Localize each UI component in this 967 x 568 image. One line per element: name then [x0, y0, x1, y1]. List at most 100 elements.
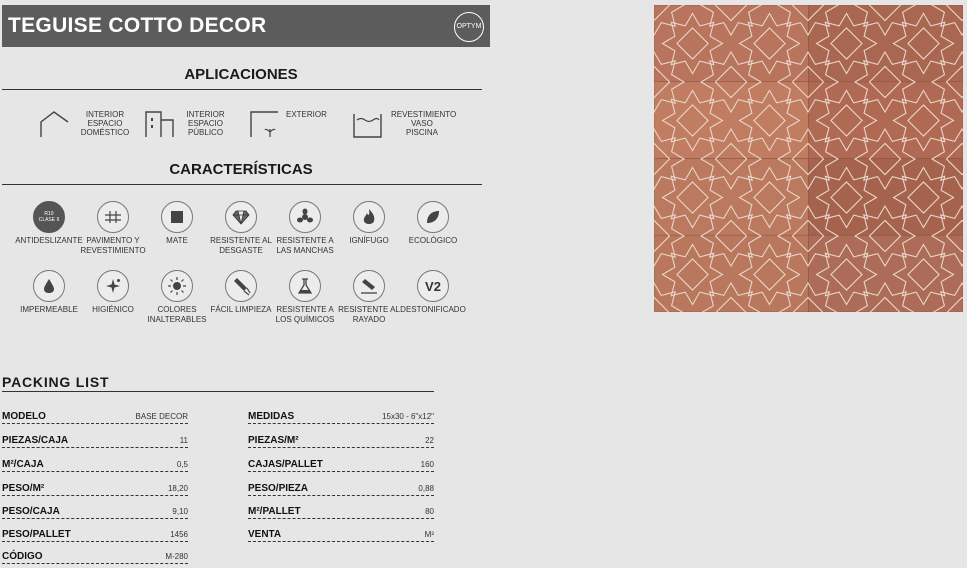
packing-value: 1456	[170, 530, 188, 539]
pool-icon	[353, 114, 382, 138]
feature-label: HIGIÉNICO	[92, 305, 134, 314]
app-label: INTERIOR ESPACIO PÚBLICO	[186, 110, 225, 137]
app-label: EXTERIOR	[286, 110, 327, 119]
packing-key: PESO/M²	[2, 483, 45, 494]
feature-label: ECOLÓGICO	[408, 236, 458, 245]
packing-value: 15x30 - 6"x12"	[382, 412, 434, 421]
feature-label: MATE	[166, 236, 188, 245]
packing-rule	[2, 391, 434, 392]
v2-icon: V2	[417, 270, 449, 302]
packing-value: 0,88	[418, 484, 434, 493]
caracteristicas-rule	[2, 184, 482, 185]
leaf-icon	[417, 201, 449, 233]
diamond-icon	[225, 201, 257, 233]
packing-value: 22	[425, 436, 434, 445]
packing-value: 160	[420, 460, 434, 469]
packing-key: MODELO	[2, 411, 46, 422]
packing-key: M²/PALLET	[248, 506, 301, 517]
feature-label: IMPERMEABLE	[20, 305, 78, 314]
packing-key: CÓDIGO	[2, 551, 43, 562]
feature-colores: COLORES INALTERABLES	[141, 270, 213, 325]
title-bar: TEGUISE COTTO DECOR OPTYM	[2, 5, 490, 47]
tile-product-image	[654, 5, 963, 312]
packing-value: 11	[179, 436, 188, 445]
page-title: TEGUISE COTTO DECOR	[8, 14, 267, 37]
cleaning-icon	[225, 270, 257, 302]
packing-row-left: PESO/PALLET 1456	[2, 526, 188, 542]
packing-key: PESO/PIEZA	[248, 483, 309, 494]
feature-quimicos: RESISTENTE A LOS QUÍMICOS	[269, 270, 341, 325]
packing-row-left: PIEZAS/CAJA 11	[2, 432, 188, 448]
packing-row-left: PESO/M² 18,20	[2, 480, 188, 496]
app-label: REVESTIMIENTO VASO PISCINA	[391, 110, 457, 137]
packing-value: 80	[425, 507, 434, 516]
packing-row-left: CÓDIGO M-280	[2, 548, 188, 564]
packing-value: 18,20	[167, 484, 188, 493]
packing-key: MEDIDAS	[248, 411, 295, 422]
packing-row-right: MEDIDAS 15x30 - 6"x12"	[248, 408, 434, 424]
exterior-plant-icon	[250, 111, 278, 137]
chemical-icon	[289, 270, 321, 302]
packing-key: CAJAS/PALLET	[248, 459, 323, 470]
feature-label: DESTONIFICADO	[400, 305, 466, 314]
water-drop-icon	[33, 270, 65, 302]
feature-label: ANTIDESLIZANTE	[15, 236, 83, 245]
sun-icon	[161, 270, 193, 302]
feature-label: RESISTENTE AL RAYADO	[338, 305, 400, 324]
feature-ecologico: ECOLÓGICO	[397, 201, 469, 246]
tile-pattern	[654, 5, 963, 312]
packing-row-right: M²/PALLET 80	[248, 503, 434, 519]
packing-row-right: CAJAS/PALLET 160	[248, 456, 434, 472]
packing-key: M²/CAJA	[2, 459, 44, 470]
feature-label: COLORES INALTERABLES	[147, 305, 207, 324]
v2-glyph: V2	[425, 278, 441, 294]
feature-label: IGNÍFUGO	[349, 236, 389, 245]
anti-slip-icon: R10 CLASE II	[33, 201, 65, 233]
feature-impermeable: IMPERMEABLE	[13, 270, 85, 315]
packing-value: 0,5	[176, 460, 188, 469]
hygiene-icon	[97, 270, 129, 302]
feature-label: RESISTENTE A LOS QUÍMICOS	[275, 305, 335, 324]
scratch-icon	[353, 270, 385, 302]
floor-wall-icon	[97, 201, 129, 233]
fire-icon	[353, 201, 385, 233]
packing-key: PIEZAS/CAJA	[2, 435, 69, 446]
feature-limpieza: FÁCIL LIMPIEZA	[205, 270, 277, 315]
packing-value: 9,10	[172, 507, 188, 516]
packing-key: PIEZAS/M²	[248, 435, 299, 446]
brand-logo: OPTYM	[454, 12, 484, 42]
packing-key: VENTA	[248, 529, 282, 540]
feature-manchas: RESISTENTE A LAS MANCHAS	[269, 201, 341, 256]
packing-list-title: PACKING LIST	[2, 374, 110, 390]
feature-antideslizante: R10 CLASE II ANTIDESLIZANTE	[13, 201, 85, 246]
caracteristicas-title: CARACTERÍSTICAS	[169, 161, 313, 178]
packing-row-left: M²/CAJA 0,5	[2, 456, 188, 472]
feature-label: PAVIMENTO Y REVESTIMIENTO	[80, 236, 146, 255]
aplicaciones-rule	[2, 89, 482, 90]
app-label: INTERIOR ESPACIO DOMÉSTICO	[80, 110, 130, 137]
packing-key: PESO/CAJA	[2, 506, 60, 517]
packing-value: M²	[424, 530, 434, 539]
feature-mate: MATE	[141, 201, 213, 246]
feature-pavimento: PAVIMENTO Y REVESTIMIENTO	[77, 201, 149, 256]
feature-label: RESISTENTE A LAS MANCHAS	[276, 236, 334, 255]
packing-row-right: PESO/PIEZA 0,88	[248, 480, 434, 496]
feature-label: RESISTENTE AL DESGASTE	[210, 236, 272, 255]
feature-higienico: HIGIÉNICO	[77, 270, 149, 315]
stain-icon	[289, 201, 321, 233]
feature-rayado: RESISTENTE AL RAYADO	[333, 270, 405, 325]
feature-desgaste: RESISTENTE AL DESGASTE	[205, 201, 277, 256]
packing-row-right: VENTA M²	[248, 526, 434, 542]
feature-ignifugo: IGNÍFUGO	[333, 201, 405, 246]
feature-destonificado: V2 DESTONIFICADO	[397, 270, 469, 315]
packing-value: BASE DECOR	[135, 412, 188, 421]
packing-row-left: MODELO BASE DECOR	[2, 408, 188, 424]
packing-value: M-280	[165, 552, 188, 561]
matte-icon	[161, 201, 193, 233]
packing-key: PESO/PALLET	[2, 529, 71, 540]
house-icon	[40, 111, 69, 137]
packing-row-right: PIEZAS/M² 22	[248, 432, 434, 448]
feature-label: FÁCIL LIMPIEZA	[210, 305, 272, 314]
anti-slip-badge-text: R10 CLASE II	[38, 211, 60, 223]
building-icon	[145, 111, 174, 137]
